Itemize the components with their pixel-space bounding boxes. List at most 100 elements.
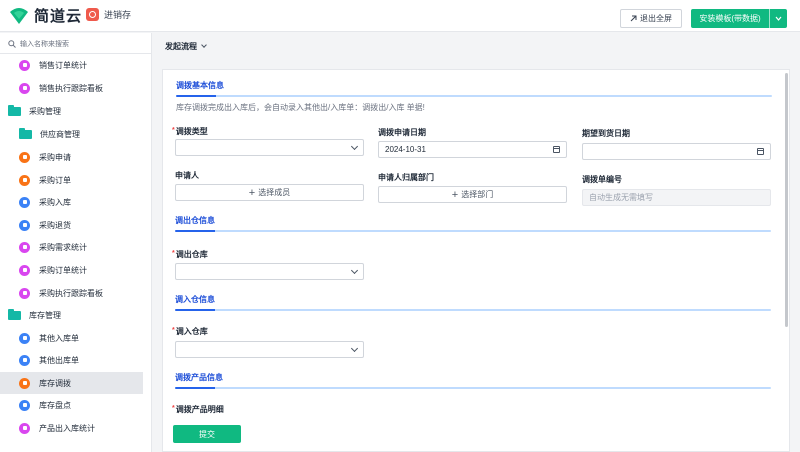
form-icon <box>19 241 30 253</box>
sidebar-item-label: 其他入库单 <box>39 333 79 343</box>
plus-icon: + <box>451 188 459 201</box>
form-icon <box>19 264 30 276</box>
form-panel <box>162 69 790 452</box>
transfer-no-label: 调拨单编号 <box>582 175 622 184</box>
logo-text: 简道云 <box>34 8 83 25</box>
expected-date-label: 期望到货日期 <box>582 129 630 138</box>
sidebar-item-label: 库存管理 <box>29 310 61 320</box>
sidebar-item[interactable]: 销售执行跟踪看板 <box>0 77 143 99</box>
form-icon <box>19 287 30 299</box>
sidebar-item-label: 采购申请 <box>39 152 71 162</box>
apply-date-label: 调拨申请日期 <box>378 128 426 137</box>
form-icon <box>19 377 30 389</box>
chevron-down-icon <box>350 142 359 150</box>
apply-date-field[interactable]: 2024-10-31 <box>378 141 567 158</box>
sidebar-item-label: 采购订单统计 <box>39 265 87 275</box>
search-input[interactable]: 输入名称来搜索 <box>20 39 69 49</box>
section-in-title: 调入仓信息 <box>175 295 215 304</box>
sidebar-item[interactable]: 产品出入库统计 <box>0 417 143 439</box>
select-dept-button[interactable]: + 选择部门 <box>378 186 567 203</box>
sidebar-item[interactable]: 采购入库 <box>0 191 143 213</box>
sidebar: 输入名称来搜索 销售订单统计销售执行跟踪看板采购管理供应商管理采购申请采购订单采… <box>0 33 152 452</box>
logo-icon <box>10 7 28 24</box>
sidebar-item-label: 供应商管理 <box>40 129 80 139</box>
sidebar-item-label: 采购订单 <box>39 175 71 185</box>
app-name: 进销存 <box>104 10 132 20</box>
start-flow-label: 发起流程 <box>165 41 197 51</box>
exit-fullscreen-button[interactable]: 退出全屏 <box>620 9 682 28</box>
sidebar-item-label: 销售执行跟踪看板 <box>39 83 103 93</box>
app-icon <box>86 8 99 21</box>
app-title: 进销存 <box>86 8 131 21</box>
sidebar-item[interactable]: 库存管理 <box>0 304 143 326</box>
sidebar-item[interactable]: 供应商管理 <box>0 123 143 145</box>
sidebar-item-label: 销售订单统计 <box>39 60 87 70</box>
section-divider <box>175 387 771 389</box>
collapse-icon <box>630 15 637 22</box>
folder-icon <box>8 308 21 320</box>
sidebar-search[interactable]: 输入名称来搜索 <box>8 37 144 51</box>
form-icon <box>19 354 30 366</box>
install-template-button[interactable]: 安装模板(带数据) <box>691 9 787 28</box>
chevron-down-icon <box>350 266 359 274</box>
sidebar-item[interactable]: 采购订单 <box>0 169 143 191</box>
sidebar-item[interactable]: 其他入库单 <box>0 327 143 349</box>
form-icon <box>19 422 30 434</box>
sidebar-item-label: 采购退货 <box>39 220 71 230</box>
folder-icon <box>19 127 32 139</box>
folder-icon <box>8 104 21 116</box>
calendar-icon <box>757 148 764 155</box>
section-product-title: 调拨产品信息 <box>175 373 223 382</box>
form-icon <box>19 399 30 411</box>
expected-date-field[interactable] <box>582 143 771 160</box>
install-dropdown-button[interactable] <box>769 9 787 28</box>
logo[interactable]: 简道云 <box>8 5 82 26</box>
section-divider <box>175 309 771 311</box>
sidebar-item[interactable]: 库存调拨 <box>0 372 143 394</box>
sidebar-item[interactable]: 采购执行跟踪看板 <box>0 282 143 304</box>
scrollbar[interactable] <box>785 73 788 327</box>
basic-note: 库存调拨完成出入库后，会自动录入其他出/入库单：调拨出/入库 单据! <box>176 103 425 112</box>
sidebar-item[interactable]: 采购订单统计 <box>0 259 143 281</box>
start-flow-dropdown[interactable]: 发起流程 <box>165 39 207 53</box>
product-detail-label: *调拨产品明细 <box>172 405 224 414</box>
sidebar-item-label: 采购管理 <box>29 106 61 116</box>
sidebar-item[interactable]: 销售订单统计 <box>0 54 143 76</box>
out-warehouse-select[interactable] <box>175 263 364 280</box>
sidebar-item[interactable]: 采购退货 <box>0 214 143 236</box>
in-warehouse-select[interactable] <box>175 341 364 358</box>
section-divider <box>175 230 771 232</box>
sidebar-item-label: 库存调拨 <box>39 378 71 388</box>
transfer-type-select[interactable] <box>175 139 364 156</box>
sidebar-item[interactable]: 库存盘点 <box>0 394 143 416</box>
in-warehouse-label: *调入仓库 <box>172 327 208 336</box>
form-icon <box>19 196 30 208</box>
sidebar-item-label: 其他出库单 <box>39 355 79 365</box>
sidebar-item[interactable]: 采购申请 <box>0 146 143 168</box>
chevron-down-icon <box>775 16 782 21</box>
form-icon <box>19 82 30 94</box>
form-icon <box>19 151 30 163</box>
transfer-no-field: 自动生成无需填写 <box>582 189 771 206</box>
top-bar: 简道云 进销存 退出全屏 安装模板(带数据) <box>0 0 800 32</box>
sidebar-item-label: 采购需求统计 <box>39 242 87 252</box>
form-icon <box>19 59 30 71</box>
chevron-down-icon <box>201 41 207 48</box>
form-icon <box>19 332 30 344</box>
sidebar-item[interactable]: 采购需求统计 <box>0 236 143 258</box>
apply-date-value: 2024-10-31 <box>385 145 426 154</box>
sidebar-item[interactable]: 其他出库单 <box>0 349 143 371</box>
sidebar-item-label: 库存盘点 <box>39 400 71 410</box>
calendar-icon <box>553 146 560 153</box>
sidebar-item[interactable]: 采购管理 <box>0 100 143 122</box>
install-template-label: 安装模板(带数据) <box>699 14 761 23</box>
sidebar-item-label: 采购入库 <box>39 197 71 207</box>
sidebar-item-label: 产品出入库统计 <box>39 423 95 433</box>
submit-button[interactable]: 提交 <box>173 425 241 443</box>
form-icon <box>19 174 30 186</box>
form-icon <box>19 219 30 231</box>
section-basic-title: 调拨基本信息 <box>176 81 224 90</box>
select-member-button[interactable]: + 选择成员 <box>175 184 364 201</box>
search-icon <box>8 40 16 48</box>
exit-fullscreen-label: 退出全屏 <box>640 14 672 23</box>
